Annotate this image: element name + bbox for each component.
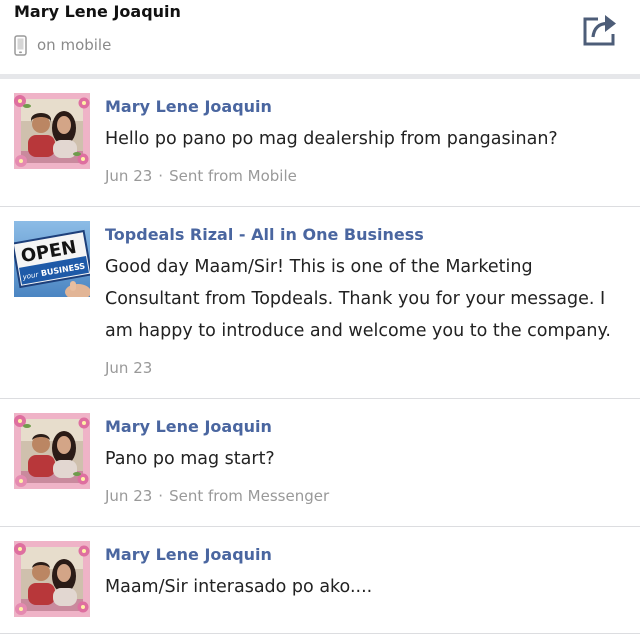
message-item: Mary Lene Joaquin Pano po mag start? Jun…: [0, 399, 640, 527]
meta-separator: ·: [158, 487, 164, 505]
message-meta: Jun 23 · Sent from Messenger: [105, 482, 611, 510]
message-content: Mary Lene Joaquin Hello po pano po mag d…: [105, 93, 611, 190]
open-business-sign-avatar: OPEN your BUSINESS: [14, 221, 90, 297]
avatar[interactable]: [14, 93, 90, 169]
message-text: Hello po pano po mag dealership from pan…: [105, 129, 558, 149]
message-content: Mary Lene Joaquin Maam/Sir interasado po…: [105, 541, 611, 617]
message-date: Jun 23: [105, 167, 153, 185]
couple-photo-avatar: [14, 93, 90, 169]
message-item: Mary Lene Joaquin Hello po pano po mag d…: [0, 79, 640, 207]
conversation-header: Mary Lene Joaquin on mobile: [0, 0, 640, 74]
message-date: Jun 23: [105, 359, 153, 377]
presence-status: on mobile: [14, 34, 111, 56]
avatar[interactable]: OPEN your BUSINESS: [14, 221, 90, 297]
mobile-phone-icon: [14, 34, 27, 56]
message-text: Pano po mag start?: [105, 449, 275, 469]
message-meta: Jun 23: [105, 354, 611, 382]
message-date: Jun 23: [105, 487, 153, 505]
share-button[interactable]: [582, 12, 618, 46]
message-content: Mary Lene Joaquin Pano po mag start? Jun…: [105, 413, 611, 510]
couple-photo-avatar: [14, 541, 90, 617]
avatar[interactable]: [14, 541, 90, 617]
sender-name-link[interactable]: Topdeals Rizal - All in One Business: [105, 224, 611, 246]
avatar[interactable]: [14, 413, 90, 489]
message-source: Sent from Messenger: [169, 487, 330, 505]
meta-separator: ·: [158, 167, 164, 185]
sender-name-link[interactable]: Mary Lene Joaquin: [105, 416, 611, 438]
conversation-title: Mary Lene Joaquin: [14, 2, 181, 21]
message-item: Mary Lene Joaquin Maam/Sir interasado po…: [0, 527, 640, 634]
couple-photo-avatar: [14, 413, 90, 489]
message-list: Mary Lene Joaquin Hello po pano po mag d…: [0, 79, 640, 634]
message-text: Good day Maam/Sir! This is one of the Ma…: [105, 257, 611, 341]
presence-status-label: on mobile: [37, 36, 112, 54]
sender-name-link[interactable]: Mary Lene Joaquin: [105, 96, 611, 118]
message-source: Sent from Mobile: [169, 167, 297, 185]
message-text: Maam/Sir interasado po ako....: [105, 577, 373, 597]
message-item: OPEN your BUSINESS Topdeals Rizal - All …: [0, 207, 640, 399]
message-content: Topdeals Rizal - All in One Business Goo…: [105, 221, 611, 382]
message-meta: Jun 23 · Sent from Mobile: [105, 162, 611, 190]
sender-name-link[interactable]: Mary Lene Joaquin: [105, 544, 611, 566]
share-icon: [583, 15, 616, 46]
